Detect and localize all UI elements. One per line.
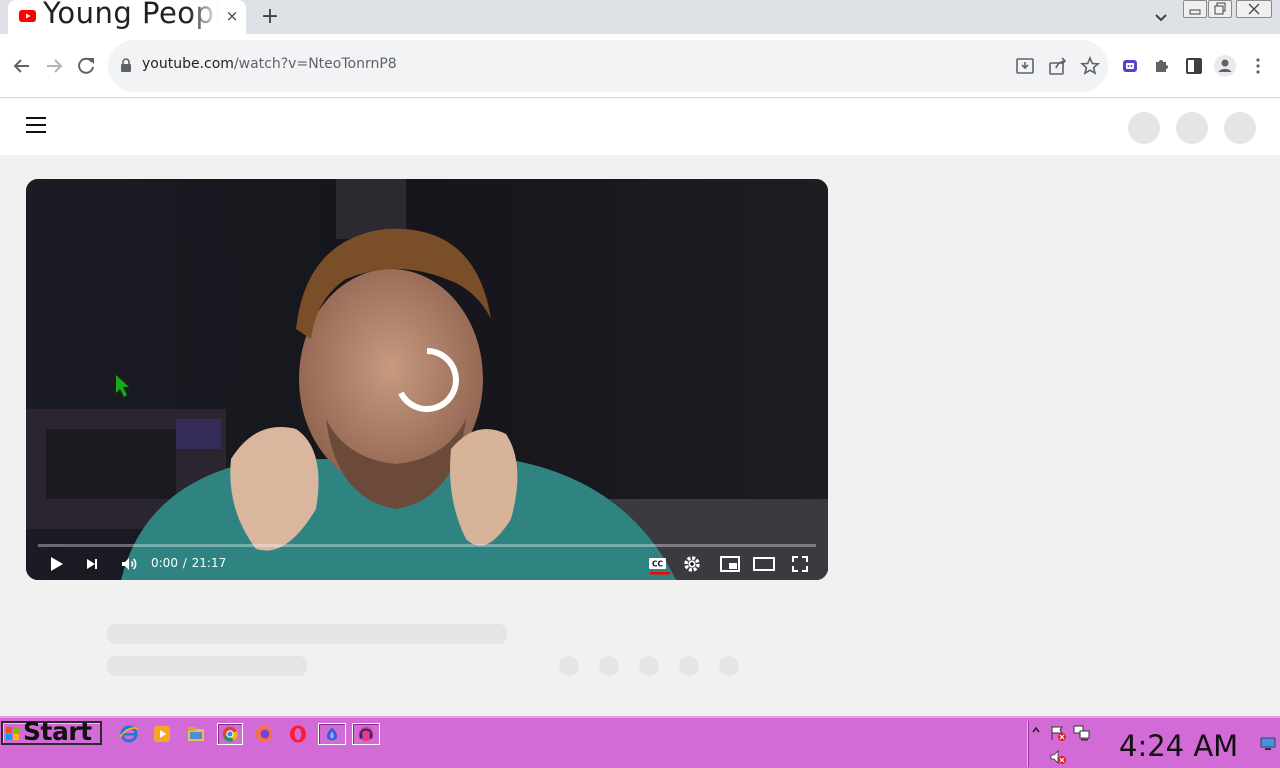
taskbar: Start 4:24 AM [0,716,1280,768]
profile-icon[interactable] [1213,54,1237,78]
time-separator: / [182,556,187,570]
url-host: youtube.com [142,56,234,72]
play-icon[interactable] [44,552,68,576]
start-button[interactable]: Start [1,717,102,746]
side-panel-icon[interactable] [1182,54,1206,78]
volume-muted-icon[interactable] [1049,748,1067,766]
action-skeleton-placeholder [719,656,739,676]
windows-flag-icon [6,727,19,740]
puzzle-extensions-icon[interactable] [1150,54,1174,78]
forward-arrow-icon[interactable] [42,54,66,78]
duration: 21:17 [191,556,227,570]
header-skeleton-placeholder [1224,112,1256,144]
channel-skeleton-placeholder [107,656,307,676]
theater-mode-icon[interactable] [752,552,776,576]
settings-gear-icon[interactable] [680,552,704,576]
miniplayer-icon[interactable] [718,552,742,576]
action-skeleton-placeholder [679,656,699,676]
back-arrow-icon[interactable] [10,54,34,78]
title-skeleton-placeholder [107,624,507,644]
header-skeleton-placeholder [1128,112,1160,144]
action-center-flag-icon[interactable] [1049,724,1067,742]
tab-search-chevron-down-icon[interactable] [1150,6,1172,28]
tab-strip: Young People × + [0,0,1280,34]
share-icon[interactable] [1046,54,1070,78]
restore-icon [1214,2,1226,15]
media-player-icon[interactable] [151,723,173,745]
start-label: Start [23,717,92,746]
action-skeleton-placeholder [599,656,619,676]
url-text[interactable]: youtube.com/watch?v=NteoTonrnP8 [142,56,397,72]
action-skeleton-placeholder [559,656,579,676]
next-icon[interactable] [80,552,104,576]
captions-icon[interactable]: CC [646,552,670,576]
install-app-icon[interactable] [1013,54,1037,78]
chrome-icon[interactable] [217,723,243,745]
lock-icon[interactable] [120,58,132,72]
minimize-button[interactable] [1183,0,1207,18]
folder-icon[interactable] [185,723,207,745]
progress-bar[interactable] [38,544,816,547]
volume-icon[interactable] [117,552,141,576]
url-path: /watch?v=NteoTonrnP8 [233,56,397,72]
close-window-button[interactable] [1236,0,1272,18]
screen: Young People × + [0,0,1280,768]
restore-button[interactable] [1208,0,1232,18]
tab-close-button[interactable]: × [223,7,241,25]
player-controls: 0:00 / 21:17 CC [26,548,828,580]
network-icon[interactable] [1073,724,1091,742]
extension-app-icon[interactable] [1118,54,1142,78]
loading-spinner-icon [398,348,459,412]
bookmark-star-icon[interactable] [1078,54,1102,78]
internet-explorer-icon[interactable] [118,723,140,745]
tab-title: Young People [43,0,219,30]
browser-toolbar: youtube.com/watch?v=NteoTonrnP8 [0,34,1280,98]
clock[interactable]: 4:24 AM [1119,729,1238,763]
fullscreen-icon[interactable] [788,552,812,576]
youtube-favicon-icon [19,10,36,22]
minimize-icon [1189,9,1201,15]
new-tab-button[interactable]: + [258,5,282,29]
current-time: 0:00 [151,556,178,570]
header-skeleton-placeholder [1176,112,1208,144]
opera-icon[interactable] [287,723,309,745]
video-player[interactable]: 0:00 / 21:17 CC [26,179,828,580]
menu-hamburger-icon[interactable] [26,117,46,133]
tray-expand-chevron-up-icon[interactable] [1031,725,1041,735]
youtube-header [0,99,1280,155]
headset-app-icon[interactable] [352,723,380,745]
firefox-icon[interactable] [253,723,275,745]
browser-app-icon[interactable] [318,723,346,745]
reload-icon[interactable] [74,54,98,78]
close-icon [1248,3,1260,15]
system-tray: 4:24 AM [1028,721,1278,767]
svg-text:CC: CC [652,560,664,569]
address-bar[interactable]: youtube.com/watch?v=NteoTonrnP8 [108,40,1108,92]
tab-youtube[interactable]: Young People × [8,0,246,34]
show-desktop-monitor-icon[interactable] [1260,737,1276,751]
action-skeleton-placeholder [639,656,659,676]
time-display: 0:00 / 21:17 [151,556,226,570]
more-vert-icon[interactable] [1246,54,1270,78]
